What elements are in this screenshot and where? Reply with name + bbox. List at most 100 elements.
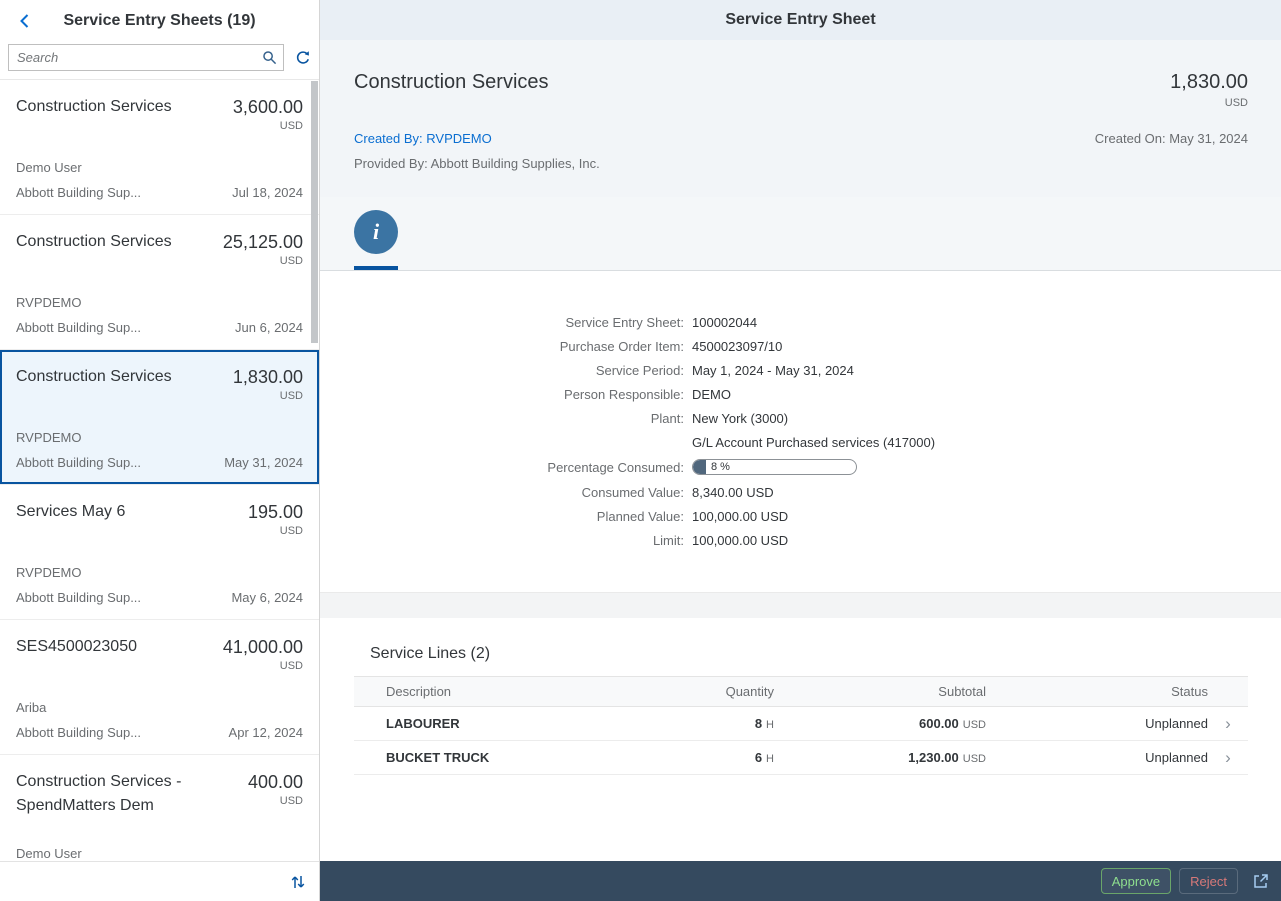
- service-entry-sheet-list: Construction Services 3,600.00 USD Demo …: [0, 79, 319, 861]
- item-date: May 6, 2024: [231, 590, 303, 606]
- item-user: RVPDEMO: [16, 295, 303, 311]
- info-form: Service Entry Sheet: 100002044 Purchase …: [320, 271, 1281, 592]
- field-label: Service Entry Sheet:: [320, 315, 684, 330]
- field-value: 8,340.00 USD: [692, 485, 774, 500]
- service-lines-title: Service Lines (2): [354, 645, 1248, 663]
- field-label: Percentage Consumed:: [320, 460, 684, 475]
- field-value: 4500023097/10: [692, 339, 782, 354]
- list-item[interactable]: SES4500023050 41,000.00 USD Ariba Abbott…: [0, 620, 319, 755]
- detail-header: Service Entry Sheet: [320, 0, 1281, 40]
- share-icon[interactable]: [1252, 873, 1269, 890]
- item-title: SES4500023050: [16, 635, 137, 672]
- detail-body: Service Entry Sheet: 100002044 Purchase …: [320, 271, 1281, 861]
- reject-button[interactable]: Reject: [1179, 868, 1238, 894]
- list-scrollbar-thumb[interactable]: [311, 81, 318, 343]
- cell-quantity: 8H: [614, 707, 774, 741]
- item-title: Construction Services: [16, 95, 172, 132]
- item-supplier: Abbott Building Sup...: [16, 185, 141, 201]
- cell-description: BUCKET TRUCK: [354, 741, 614, 775]
- service-lines-table: Description Quantity Subtotal Status LAB…: [354, 676, 1248, 775]
- item-user: RVPDEMO: [16, 430, 303, 446]
- created-on-text: Created On: May 31, 2024: [1095, 131, 1248, 146]
- column-chevron: [1208, 677, 1248, 707]
- item-title: Services May 6: [16, 500, 125, 537]
- item-title: Construction Services - SpendMatters Dem: [16, 770, 202, 818]
- field-value: 100002044: [692, 315, 757, 330]
- field-value: 100,000.00 USD: [692, 533, 788, 548]
- search-icon[interactable]: [262, 50, 277, 65]
- column-subtotal: Subtotal: [774, 677, 986, 707]
- item-amount: 195.00: [248, 500, 303, 524]
- list-item[interactable]: Construction Services 25,125.00 USD RVPD…: [0, 215, 319, 350]
- cell-description: LABOURER: [354, 707, 614, 741]
- created-by-link[interactable]: Created By: RVPDEMO: [354, 131, 492, 146]
- item-title: Construction Services: [16, 230, 172, 267]
- item-supplier: Abbott Building Sup...: [16, 320, 141, 336]
- field-label: Purchase Order Item:: [320, 339, 684, 354]
- sort-icon[interactable]: [289, 873, 307, 891]
- cell-quantity: 6H: [614, 741, 774, 775]
- cell-subtotal: 1,230.00USD: [774, 741, 986, 775]
- list-item[interactable]: Services May 6 195.00 USD RVPDEMO Abbott…: [0, 485, 319, 620]
- object-currency: USD: [1170, 97, 1248, 109]
- list-item[interactable]: Construction Services 3,600.00 USD Demo …: [0, 80, 319, 215]
- cell-subtotal: 600.00USD: [774, 707, 986, 741]
- item-date: May 31, 2024: [224, 455, 303, 471]
- search-input[interactable]: [17, 50, 262, 65]
- field-label: Person Responsible:: [320, 387, 684, 402]
- field-value: May 1, 2024 - May 31, 2024: [692, 363, 854, 378]
- app: Service Entry Sheets (19): [0, 0, 1281, 901]
- cell-status: Unplanned: [986, 741, 1208, 775]
- item-amount: 1,830.00: [233, 365, 303, 389]
- field-label: Plant:: [320, 411, 684, 426]
- table-row[interactable]: BUCKET TRUCK 6H 1,230.00USD Unplanned ›: [354, 741, 1248, 775]
- progress-bar-fill: [693, 460, 706, 474]
- item-user: Demo User: [16, 160, 303, 176]
- item-amount: 25,125.00: [223, 230, 303, 254]
- item-date: Jul 18, 2024: [232, 185, 303, 201]
- sidebar-footer: [0, 861, 319, 901]
- detail-panel: Service Entry Sheet Construction Service…: [320, 0, 1281, 901]
- sidebar-title: Service Entry Sheets (19): [40, 12, 279, 30]
- progress-bar-text: 8 %: [711, 460, 730, 475]
- refresh-icon[interactable]: [295, 50, 311, 66]
- provided-by-text: Provided By: Abbott Building Supplies, I…: [354, 156, 1248, 171]
- service-lines-section: Service Lines (2) Description Quantity S…: [320, 618, 1281, 775]
- item-date: Apr 12, 2024: [229, 725, 303, 741]
- info-icon: i: [354, 210, 398, 254]
- search-box: [8, 44, 284, 71]
- tab-info[interactable]: i: [354, 197, 398, 270]
- item-currency: USD: [233, 120, 303, 132]
- table-header-row: Description Quantity Subtotal Status: [354, 677, 1248, 707]
- field-label: Service Period:: [320, 363, 684, 378]
- percentage-consumed-bar: 8 %: [692, 459, 857, 475]
- column-description: Description: [354, 677, 614, 707]
- object-title: Construction Services: [354, 68, 549, 96]
- item-supplier: Abbott Building Sup...: [16, 455, 141, 471]
- list-item-selected[interactable]: Construction Services 1,830.00 USD RVPDE…: [0, 350, 319, 485]
- search-bar: [0, 42, 319, 79]
- object-amount: 1,830.00: [1170, 68, 1248, 96]
- row-chevron-icon[interactable]: ›: [1208, 707, 1248, 741]
- object-header: Construction Services 1,830.00 USD Creat…: [320, 40, 1281, 197]
- field-label: Limit:: [320, 533, 684, 548]
- back-button[interactable]: [10, 6, 40, 36]
- sidebar-header: Service Entry Sheets (19): [0, 0, 319, 42]
- column-status: Status: [986, 677, 1208, 707]
- item-supplier: Abbott Building Sup...: [16, 725, 141, 741]
- approve-button[interactable]: Approve: [1101, 868, 1171, 894]
- item-currency: USD: [248, 525, 303, 537]
- field-label: Consumed Value:: [320, 485, 684, 500]
- cell-status: Unplanned: [986, 707, 1208, 741]
- item-user: RVPDEMO: [16, 565, 303, 581]
- column-quantity: Quantity: [614, 677, 774, 707]
- field-label: Planned Value:: [320, 509, 684, 524]
- back-chevron-icon: [17, 13, 33, 29]
- action-footer: Approve Reject: [320, 861, 1281, 901]
- item-amount: 41,000.00: [223, 635, 303, 659]
- item-amount: 3,600.00: [233, 95, 303, 119]
- row-chevron-icon[interactable]: ›: [1208, 741, 1248, 775]
- item-amount: 400.00: [248, 770, 303, 794]
- list-item[interactable]: Construction Services - SpendMatters Dem…: [0, 755, 319, 861]
- table-row[interactable]: LABOURER 8H 600.00USD Unplanned ›: [354, 707, 1248, 741]
